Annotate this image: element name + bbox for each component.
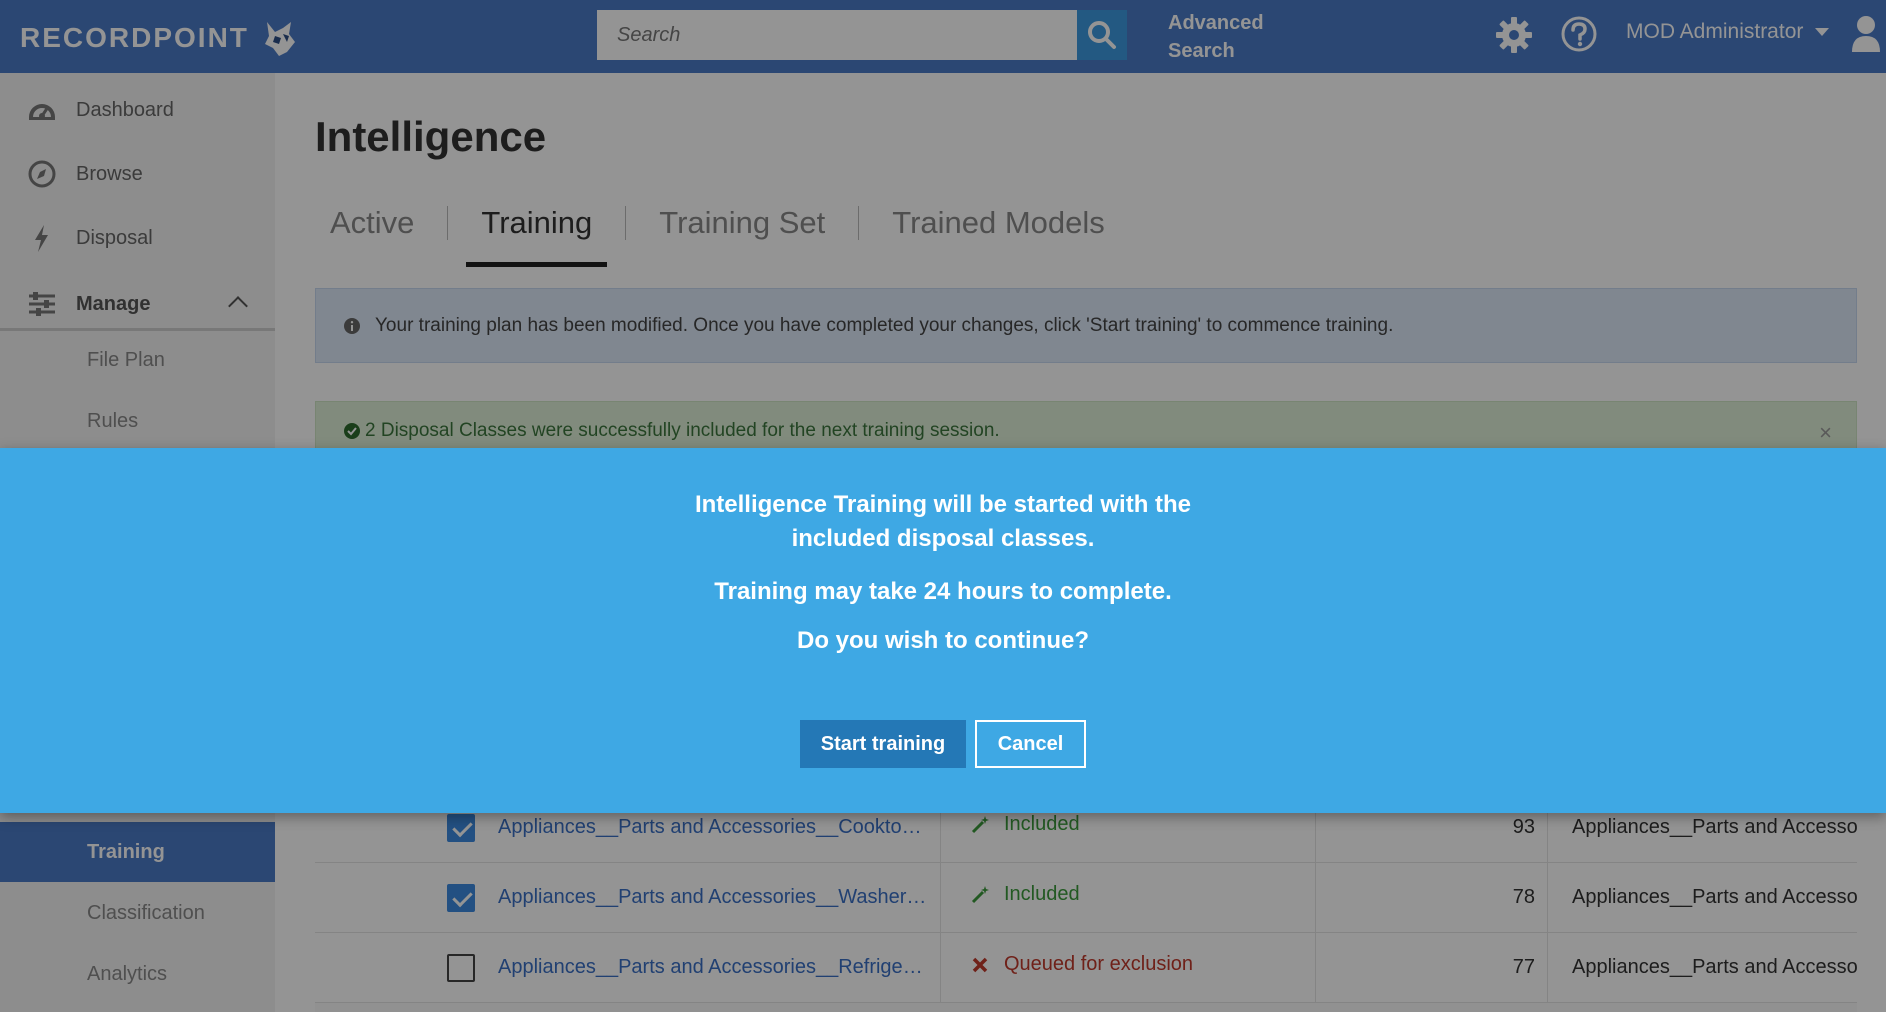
dialog-question: Do you wish to continue?: [797, 627, 1089, 654]
cancel-button[interactable]: Cancel: [975, 720, 1086, 768]
dialog-message-line1: Intelligence Training will be started wi…: [694, 491, 1192, 518]
start-training-button[interactable]: Start training: [800, 720, 966, 768]
dialog-message-line2: included disposal classes.: [791, 525, 1095, 552]
dialog-duration-note: Training may take 24 hours to complete.: [714, 578, 1172, 605]
dialog-message: Intelligence Training will be started wi…: [0, 488, 1886, 556]
dialog-buttons: Start training Cancel: [0, 720, 1886, 768]
confirm-training-dialog: Intelligence Training will be started wi…: [0, 448, 1886, 813]
